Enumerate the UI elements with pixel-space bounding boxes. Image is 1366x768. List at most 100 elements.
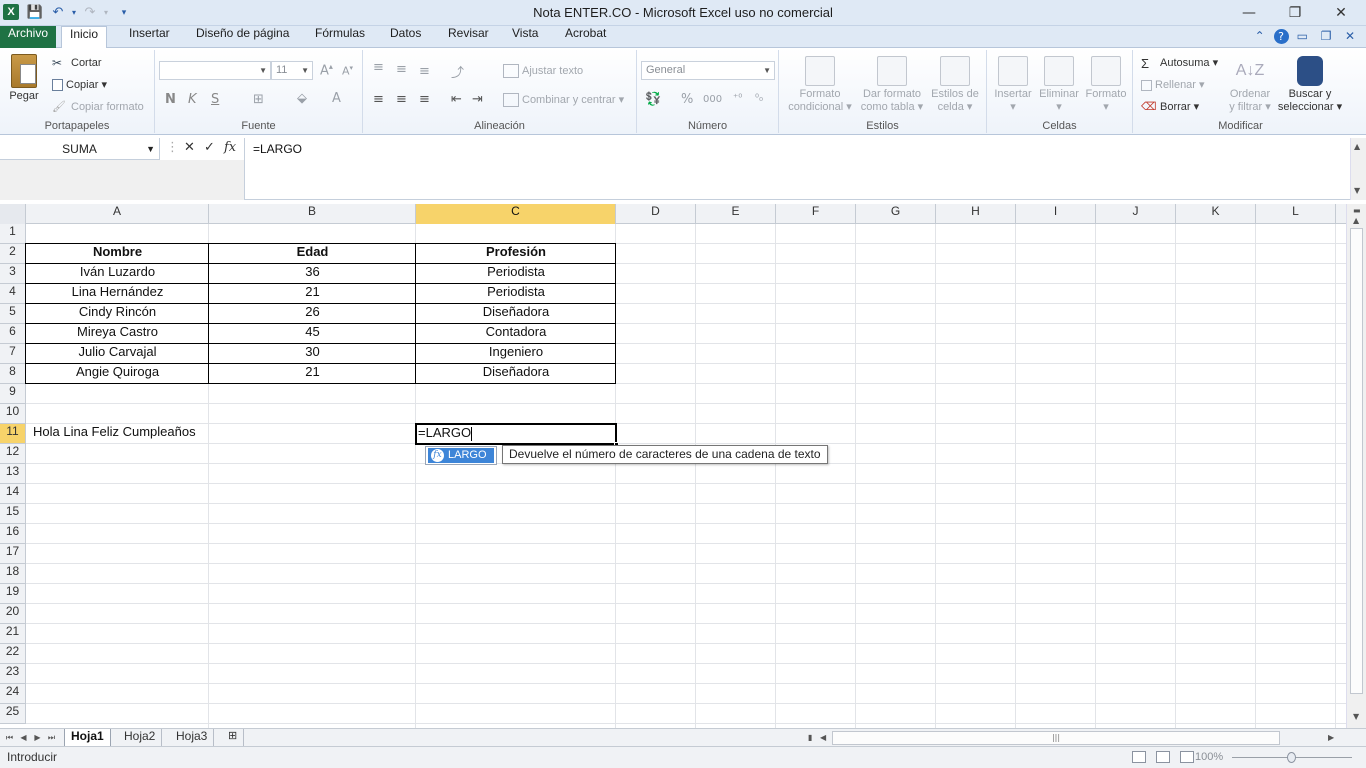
table-cell[interactable]: Julio Carvajal bbox=[26, 344, 209, 364]
font-size-combo[interactable]: 11 ▼ bbox=[271, 61, 313, 80]
tab-revisar[interactable]: Revisar bbox=[440, 26, 497, 48]
minimize-button[interactable]: — bbox=[1226, 2, 1272, 24]
chevron-down-icon[interactable]: ▼ bbox=[1353, 712, 1359, 721]
row-header-19[interactable]: 19 bbox=[0, 584, 26, 604]
find-select-button[interactable]: Buscar y seleccionar ▾ bbox=[1275, 56, 1345, 113]
column-header-c[interactable]: C bbox=[416, 204, 616, 224]
increase-indent-icon[interactable]: ⇥ bbox=[472, 92, 483, 107]
column-header-a[interactable]: A bbox=[26, 204, 209, 224]
format-as-table-button[interactable]: Dar formato como tabla ▾ bbox=[857, 56, 927, 113]
row-header-17[interactable]: 17 bbox=[0, 544, 26, 564]
vertical-scrollbar[interactable]: ▬ ▲ ▼ bbox=[1346, 204, 1366, 728]
insert-sheet-icon[interactable]: ⊞ bbox=[222, 729, 245, 747]
insert-function-icon[interactable]: fx bbox=[224, 140, 236, 155]
table-cell[interactable]: Mireya Castro bbox=[26, 324, 209, 344]
column-header-i[interactable]: I bbox=[1016, 204, 1096, 224]
row-header-16[interactable]: 16 bbox=[0, 524, 26, 544]
tab-datos[interactable]: Datos bbox=[382, 26, 429, 48]
clear-button[interactable]: ⌫ Borrar ▾ bbox=[1141, 100, 1199, 114]
column-header-e[interactable]: E bbox=[696, 204, 776, 224]
row-header-10[interactable]: 10 bbox=[0, 404, 26, 424]
align-right-icon[interactable]: ≡ bbox=[419, 92, 430, 107]
cancel-icon[interactable]: ✕ bbox=[184, 140, 195, 155]
autocomplete-item-largo[interactable]: fx LARGO bbox=[428, 448, 494, 463]
format-painter-button[interactable]: 🖌 Copiar formato bbox=[52, 100, 144, 114]
cell-a11[interactable]: Hola Lina Feliz Cumpleaños bbox=[33, 424, 209, 444]
row-header-13[interactable]: 13 bbox=[0, 464, 26, 484]
zoom-level[interactable]: 100% bbox=[1195, 751, 1223, 763]
table-cell[interactable]: 36 bbox=[209, 264, 416, 284]
name-box[interactable]: SUMA ▼ bbox=[0, 138, 160, 160]
sheet-tab-hoja3[interactable]: Hoja3 bbox=[170, 729, 215, 747]
column-header-f[interactable]: F bbox=[776, 204, 856, 224]
format-cells-button[interactable]: Formato ▾ bbox=[1083, 56, 1129, 113]
increase-decimal-icon[interactable]: ⁺⁰ bbox=[733, 93, 742, 104]
chevron-down-icon[interactable]: ▼ bbox=[1354, 186, 1360, 195]
table-cell[interactable]: 26 bbox=[209, 304, 416, 324]
column-header-h[interactable]: H bbox=[936, 204, 1016, 224]
row-header-8[interactable]: 8 bbox=[0, 364, 26, 384]
table-cell[interactable]: Contadora bbox=[416, 324, 616, 344]
underline-button[interactable]: S bbox=[211, 92, 219, 107]
table-cell[interactable]: Lina Hernández bbox=[26, 284, 209, 304]
normal-view-icon[interactable] bbox=[1132, 751, 1146, 763]
currency-icon[interactable]: 💱 bbox=[645, 92, 661, 107]
separator-handle-icon[interactable]: ⋮ bbox=[166, 140, 179, 155]
fill-button[interactable]: Rellenar ▾ bbox=[1141, 78, 1205, 91]
table-cell[interactable]: Iván Luzardo bbox=[26, 264, 209, 284]
row-header-20[interactable]: 20 bbox=[0, 604, 26, 624]
chevron-down-icon[interactable]: ▼ bbox=[146, 138, 155, 160]
table-cell[interactable]: Diseñadora bbox=[416, 364, 616, 384]
table-cell[interactable]: 21 bbox=[209, 284, 416, 304]
table-cell[interactable]: Diseñadora bbox=[416, 304, 616, 324]
delete-cells-button[interactable]: Eliminar ▾ bbox=[1037, 56, 1081, 113]
row-header-23[interactable]: 23 bbox=[0, 664, 26, 684]
row-header-6[interactable]: 6 bbox=[0, 324, 26, 344]
table-cell[interactable]: 45 bbox=[209, 324, 416, 344]
zoom-slider[interactable] bbox=[1232, 752, 1352, 763]
conditional-format-button[interactable]: Formato condicional ▾ bbox=[785, 56, 855, 113]
row-header-25[interactable]: 25 bbox=[0, 704, 26, 724]
row-header-4[interactable]: 4 bbox=[0, 284, 26, 304]
next-sheet-icon[interactable]: ▶ bbox=[32, 730, 43, 746]
autosum-button[interactable]: Σ Autosuma ▾ bbox=[1141, 56, 1218, 71]
align-center-icon[interactable]: ≡ bbox=[396, 92, 407, 107]
minimize-ribbon-icon[interactable]: ⌃ bbox=[1250, 29, 1270, 43]
decrease-indent-icon[interactable]: ⇤ bbox=[451, 92, 462, 107]
vertical-scroll-thumb[interactable] bbox=[1350, 228, 1363, 694]
worksheet-grid[interactable]: A B C D E F G H I J K L 1 2 3 4 5 6 7 8 … bbox=[0, 204, 1346, 728]
sort-filter-button[interactable]: A↓Z Ordenar y filtrar ▾ bbox=[1225, 56, 1275, 113]
chevron-left-icon[interactable]: ◀ bbox=[820, 731, 826, 745]
align-middle-icon[interactable]: ≡ bbox=[396, 62, 407, 77]
table-header-cell[interactable]: Nombre bbox=[26, 244, 209, 264]
number-format-combo[interactable]: General ▼ bbox=[641, 61, 775, 80]
page-break-icon[interactable] bbox=[1179, 751, 1194, 763]
table-header-cell[interactable]: Profesión bbox=[416, 244, 616, 264]
shrink-font-icon[interactable]: A▾ bbox=[342, 64, 353, 78]
row-header-2[interactable]: 2 bbox=[0, 244, 26, 264]
chevron-up-icon[interactable]: ▲ bbox=[1353, 216, 1359, 225]
column-header-j[interactable]: J bbox=[1096, 204, 1176, 224]
horizontal-scrollbar[interactable]: ▮ ◀ ||| ▶ bbox=[808, 731, 1346, 745]
cut-button[interactable]: ✂ Cortar bbox=[52, 56, 102, 70]
enter-icon[interactable]: ✓ bbox=[204, 140, 215, 155]
table-cell[interactable]: Ingeniero bbox=[416, 344, 616, 364]
split-box-icon[interactable]: ▬ bbox=[1353, 206, 1361, 215]
table-cell[interactable]: Cindy Rincón bbox=[26, 304, 209, 324]
row-header-11[interactable]: 11 bbox=[0, 424, 26, 444]
page-layout-icon[interactable] bbox=[1155, 751, 1170, 763]
decrease-decimal-icon[interactable]: ⁰₀ bbox=[755, 93, 763, 104]
row-header-9[interactable]: 9 bbox=[0, 384, 26, 404]
row-header-18[interactable]: 18 bbox=[0, 564, 26, 584]
first-sheet-icon[interactable]: ⏮ bbox=[4, 730, 15, 746]
row-header-24[interactable]: 24 bbox=[0, 684, 26, 704]
column-header-k[interactable]: K bbox=[1176, 204, 1256, 224]
column-header-g[interactable]: G bbox=[856, 204, 936, 224]
workbook-minimize-icon[interactable]: ▭ bbox=[1292, 29, 1312, 43]
prev-sheet-icon[interactable]: ◀ bbox=[18, 730, 29, 746]
table-cell[interactable]: 30 bbox=[209, 344, 416, 364]
tab-archivo[interactable]: Archivo bbox=[0, 26, 56, 48]
merge-center-button[interactable]: Combinar y centrar ▾ bbox=[503, 93, 624, 108]
row-header-12[interactable]: 12 bbox=[0, 444, 26, 464]
help-icon[interactable]: ? bbox=[1273, 29, 1289, 44]
